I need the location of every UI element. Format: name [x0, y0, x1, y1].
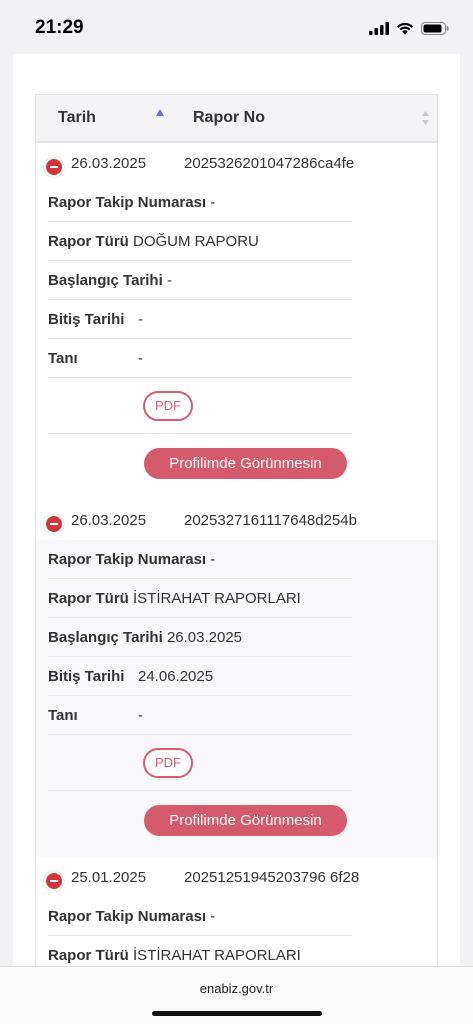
table-row: 26.03.2025 2025326201047286ca4fe Rapor T…	[36, 143, 437, 500]
record-date: 25.01.2025	[71, 869, 147, 886]
action-row: Profilimde Görünmesin	[48, 434, 352, 500]
pdf-button[interactable]: PDF	[143, 748, 193, 778]
detail-start-date: Başlangıç Tarihi -	[48, 261, 352, 300]
table-row: 26.03.2025 2025327161117648d254b Rapor T…	[36, 500, 437, 857]
detail-label: Bitiş Tarihi	[48, 668, 125, 685]
detail-label: Rapor Türü	[48, 233, 129, 250]
detail-value: 26.03.2025	[166, 629, 243, 646]
detail-label: Başlangıç Tarihi	[48, 629, 163, 646]
status-bar: 21:29	[0, 0, 473, 54]
collapse-icon[interactable]	[44, 514, 64, 534]
record-summary[interactable]: 26.03.2025 2025326201047286ca4fe	[36, 143, 437, 183]
detail-label: Rapor Türü	[48, 590, 129, 607]
status-icons	[369, 19, 449, 37]
detail-value: -	[138, 311, 143, 328]
browser-address-bar[interactable]: enabiz.gov.tr	[0, 966, 473, 1024]
detail-end-date: Bitiş Tarihi -	[48, 300, 352, 339]
pdf-row: PDF	[48, 735, 352, 791]
detail-label: Rapor Takip Numarası	[48, 551, 207, 568]
record-date: 26.03.2025	[71, 512, 147, 529]
detail-value: DOĞUM RAPORU	[133, 233, 259, 250]
detail-label: Tanı	[48, 350, 78, 367]
column-header-date[interactable]: Tarih	[58, 109, 96, 127]
table-row: 25.01.2025 20251251945203796 6f28 Rapor …	[36, 857, 437, 966]
pdf-button[interactable]: PDF	[143, 391, 193, 421]
collapse-icon[interactable]	[44, 157, 64, 177]
detail-value: -	[138, 707, 143, 724]
status-time: 21:29	[35, 17, 84, 38]
detail-value: 24.06.2025	[138, 668, 214, 685]
hide-from-profile-button[interactable]: Profilimde Görünmesin	[144, 805, 347, 836]
detail-label: Tanı	[48, 707, 78, 724]
cellular-signal-icon	[369, 21, 389, 35]
detail-label: Rapor Takip Numarası	[48, 194, 207, 211]
detail-tracking-number: Rapor Takip Numarası -	[48, 183, 352, 222]
detail-label: Bitiş Tarihi	[48, 311, 125, 328]
wifi-icon	[397, 22, 413, 34]
home-indicator	[152, 1011, 322, 1016]
sort-icon[interactable]	[421, 110, 430, 126]
detail-tracking-number: Rapor Takip Numarası -	[48, 540, 352, 579]
record-details: Rapor Takip Numarası - Rapor Türü DOĞUM …	[48, 183, 352, 500]
detail-diagnosis: Tanı -	[48, 339, 352, 378]
detail-label: Rapor Takip Numarası	[48, 908, 207, 925]
pdf-row: PDF	[48, 378, 352, 434]
detail-label: Başlangıç Tarihi	[48, 272, 163, 289]
page-content: Tarih Rapor No 26.03.2025 20253262010472…	[13, 54, 460, 966]
column-header-report-no[interactable]: Rapor No	[193, 109, 265, 127]
action-row: Profilimde Görünmesin	[48, 791, 352, 857]
reports-table: Tarih Rapor No 26.03.2025 20253262010472…	[35, 94, 438, 966]
record-report-no: 2025327161117648d254b	[184, 512, 357, 529]
url-text[interactable]: enabiz.gov.tr	[0, 981, 473, 996]
detail-value: İSTİRAHAT RAPORLARI	[133, 947, 301, 964]
detail-report-type: Rapor Türü İSTİRAHAT RAPORLARI	[48, 579, 352, 618]
record-details: Rapor Takip Numarası - Rapor Türü İSTİRA…	[48, 540, 352, 857]
detail-value: -	[138, 350, 143, 367]
record-summary[interactable]: 25.01.2025 20251251945203796 6f28	[36, 857, 437, 897]
detail-value: -	[210, 194, 216, 211]
detail-report-type: Rapor Türü İSTİRAHAT RAPORLARI	[48, 936, 352, 966]
detail-end-date: Bitiş Tarihi 24.06.2025	[48, 657, 352, 696]
record-date: 26.03.2025	[71, 155, 147, 172]
detail-value: -	[210, 908, 216, 925]
record-report-no: 2025326201047286ca4fe	[184, 155, 355, 172]
detail-diagnosis: Tanı -	[48, 696, 352, 735]
sort-ascending-icon[interactable]	[156, 109, 164, 116]
record-summary[interactable]: 26.03.2025 2025327161117648d254b	[36, 500, 437, 540]
detail-start-date: Başlangıç Tarihi 26.03.2025	[48, 618, 352, 657]
battery-icon	[421, 21, 449, 35]
detail-report-type: Rapor Türü DOĞUM RAPORU	[48, 222, 352, 261]
detail-value: -	[166, 272, 172, 289]
hide-from-profile-button[interactable]: Profilimde Görünmesin	[144, 448, 347, 479]
record-details: Rapor Takip Numarası - Rapor Türü İSTİRA…	[48, 897, 352, 966]
table-header: Tarih Rapor No	[36, 95, 437, 143]
detail-value: -	[210, 551, 216, 568]
collapse-icon[interactable]	[44, 871, 64, 891]
detail-label: Rapor Türü	[48, 947, 129, 964]
detail-value: İSTİRAHAT RAPORLARI	[133, 590, 301, 607]
record-report-no: 20251251945203796 6f28	[184, 869, 360, 886]
detail-tracking-number: Rapor Takip Numarası -	[48, 897, 352, 936]
